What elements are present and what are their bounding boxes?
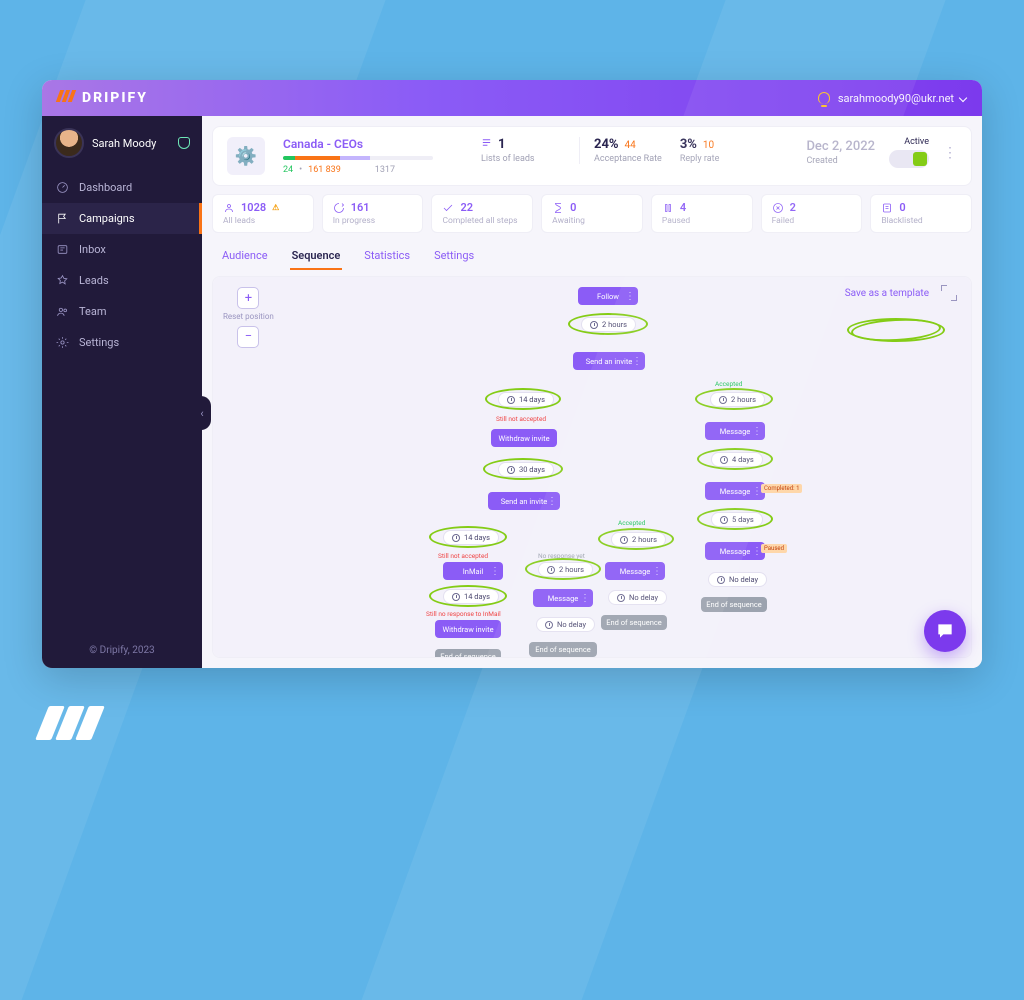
node-rmsg1[interactable]: Message⋮ — [705, 422, 765, 440]
watermark-logo — [42, 706, 98, 740]
campaign-title[interactable]: Canada - CEOs — [283, 137, 463, 151]
node-eos: End of sequence — [435, 649, 501, 658]
delay-2h-r[interactable]: 2 hours — [710, 392, 765, 407]
profile-block[interactable]: Sarah Moody — [42, 116, 202, 172]
profile-name: Sarah Moody — [92, 137, 156, 150]
gauge-icon — [56, 181, 69, 194]
star-icon — [56, 274, 69, 287]
chip-all-leads[interactable]: 1028⚠All leads — [212, 194, 314, 233]
tab-sequence[interactable]: Sequence — [290, 243, 343, 270]
inbox-icon — [56, 243, 69, 256]
label-nr2: No response yet — [538, 552, 585, 560]
sidebar-item-team[interactable]: Team — [42, 296, 202, 327]
campaign-menu[interactable]: ⋮ — [943, 145, 957, 161]
delay-none-r[interactable]: No delay — [708, 572, 767, 587]
delay-2h-mid[interactable]: 2 hours — [611, 532, 666, 547]
tab-settings[interactable]: Settings — [432, 243, 476, 270]
node-withdraw2[interactable]: Withdraw invite — [435, 620, 501, 638]
avatar — [54, 128, 84, 158]
main-panel: ⚙️ Canada - CEOs 24 • 161 839 1317 — [202, 116, 982, 668]
node-midmsg[interactable]: Message⋮ — [605, 562, 665, 580]
sequence-canvas[interactable]: + Reset position − Save as a template — [212, 276, 972, 658]
shield-icon — [178, 137, 190, 149]
delay-14d-1[interactable]: 14 days — [498, 392, 554, 407]
brand-logo: DRIPIFY — [58, 90, 148, 106]
chip-completed[interactable]: 22Completed all steps — [431, 194, 533, 233]
sidebar-item-campaigns[interactable]: Campaigns — [42, 203, 202, 234]
gear-icon — [56, 336, 69, 349]
node-mideos: End of sequence — [601, 615, 667, 630]
progress-bar — [283, 156, 433, 160]
flag-icon — [56, 212, 69, 225]
active-toggle[interactable] — [889, 150, 929, 168]
node-rmsg2[interactable]: Message⋮ — [705, 482, 765, 500]
tag-completed: Completed: 1 — [761, 484, 802, 493]
chip-in-progress[interactable]: 161In progress — [322, 194, 424, 233]
campaign-header: ⚙️ Canada - CEOs 24 • 161 839 1317 — [212, 126, 972, 186]
sidebar-collapse[interactable]: ‹ — [193, 396, 211, 430]
label-not-accepted: Still not accepted — [496, 415, 546, 423]
team-icon — [56, 305, 69, 318]
sidebar: Sarah Moody Dashboard Campaigns Inbox — [42, 116, 202, 668]
sidebar-item-inbox[interactable]: Inbox — [42, 234, 202, 265]
delay-14d-3[interactable]: 14 days — [443, 589, 499, 604]
tag-paused: Paused — [761, 544, 787, 553]
node-follow[interactable]: Follow⋮ — [578, 287, 638, 305]
node-invite[interactable]: Send an invite⋮ — [573, 352, 645, 370]
app-topbar: DRIPIFY sarahmoody90@ukr.net — [42, 80, 982, 116]
sidebar-item-dashboard[interactable]: Dashboard — [42, 172, 202, 203]
chat-fab[interactable] — [924, 610, 966, 652]
label-na3: Still no response to InMail — [426, 610, 501, 618]
stat-chips: 1028⚠All leads 161In progress 22Complete… — [212, 194, 972, 233]
node-invite2[interactable]: Send an invite⋮ — [488, 492, 560, 510]
sidebar-item-settings[interactable]: Settings — [42, 327, 202, 358]
delay-30d[interactable]: 30 days — [498, 462, 554, 477]
chip-paused[interactable]: 4Paused — [651, 194, 753, 233]
chip-failed[interactable]: 2Failed — [761, 194, 863, 233]
node-reos: End of sequence — [701, 597, 767, 612]
label-accepted2: Accepted — [618, 519, 645, 527]
delay-2h[interactable]: 2 hours — [581, 317, 636, 332]
node-withdraw[interactable]: Withdraw invite — [491, 429, 557, 447]
delay-14d-2[interactable]: 14 days — [443, 530, 499, 545]
chip-awaiting[interactable]: 0Awaiting — [541, 194, 643, 233]
tab-statistics[interactable]: Statistics — [362, 243, 412, 270]
copyright: © Dripify, 2023 — [42, 633, 202, 668]
chevron-down-icon[interactable] — [959, 94, 967, 102]
sidebar-item-leads[interactable]: Leads — [42, 265, 202, 296]
user-email[interactable]: sarahmoody90@ukr.net — [838, 92, 954, 105]
delay-none-mid[interactable]: No delay — [608, 590, 667, 605]
tabs: Audience Sequence Statistics Settings — [220, 243, 964, 270]
node-inmail[interactable]: InMail⋮ — [443, 562, 503, 580]
delay-5d[interactable]: 5 days — [711, 512, 763, 527]
label-accepted: Accepted — [715, 380, 742, 388]
campaign-icon: ⚙️ — [227, 137, 265, 175]
bell-icon[interactable] — [818, 92, 830, 104]
node-eos-mid: End of sequence — [529, 642, 597, 657]
tab-audience[interactable]: Audience — [220, 243, 270, 270]
delay-4d[interactable]: 4 days — [711, 452, 763, 467]
label-na2: Still not accepted — [438, 552, 488, 560]
chip-blacklisted[interactable]: 0Blacklisted — [870, 194, 972, 233]
delay-2h-2[interactable]: 2 hours — [538, 562, 593, 577]
brand-text: DRIPIFY — [82, 90, 148, 106]
status-label: Active — [904, 137, 929, 147]
node-rmsg3[interactable]: Message⋮ — [705, 542, 765, 560]
delay-none-1[interactable]: No delay — [536, 617, 595, 632]
node-msg[interactable]: Message⋮ — [533, 589, 593, 607]
